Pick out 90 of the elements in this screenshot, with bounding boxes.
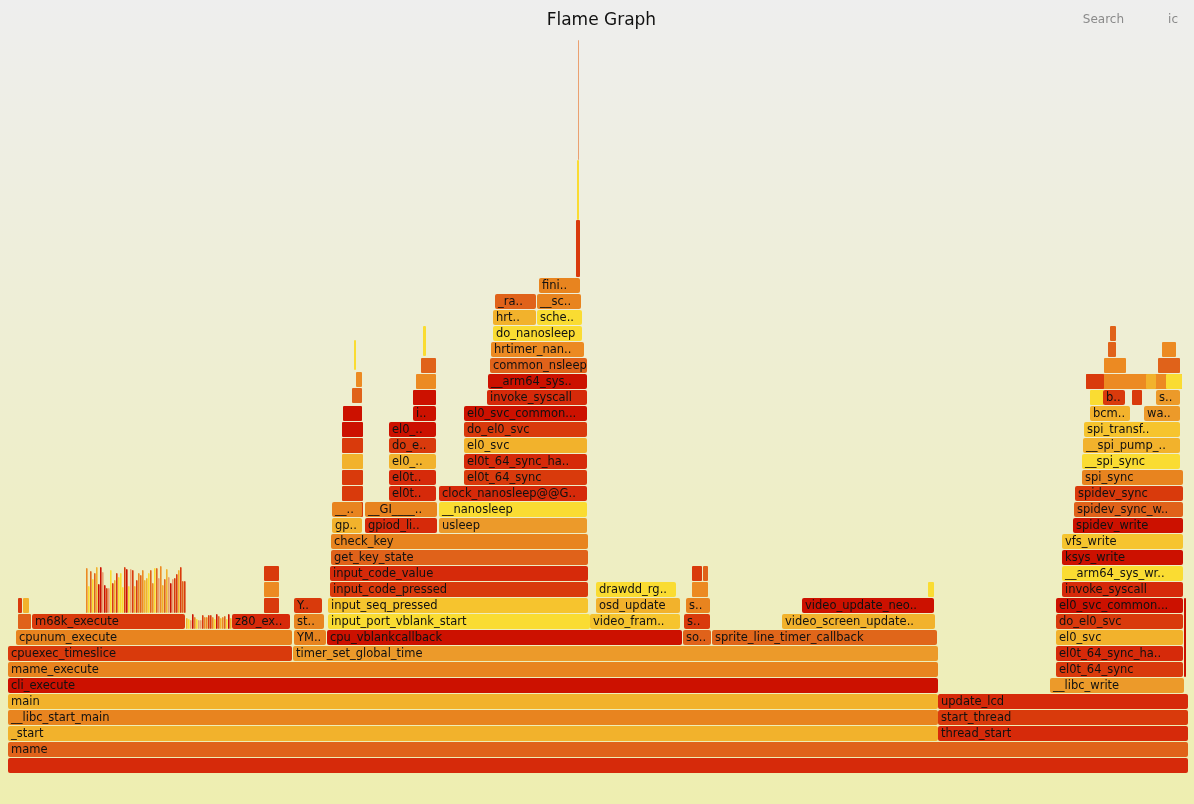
flame-frame[interactable]: video_screen_update.. <box>782 614 935 629</box>
flame-frame[interactable]: invoke_syscall <box>487 390 587 405</box>
flame-frame[interactable]: b.. <box>1103 390 1125 405</box>
flame-frame[interactable]: thread_start <box>938 726 1188 741</box>
graph-title: Flame Graph <box>545 9 658 29</box>
flame-frame[interactable]: hrtimer_nan.. <box>491 342 584 357</box>
flame-frame[interactable]: cpunum_execute <box>16 630 292 645</box>
flame-frame[interactable]: drawdd_rg.. <box>596 582 676 597</box>
flame-frame[interactable]: video_update_neo.. <box>802 598 934 613</box>
flame-frame[interactable]: __arm64_sys.. <box>488 374 587 389</box>
ignore-case-toggle[interactable]: ic <box>1168 12 1178 26</box>
flame-frame[interactable]: main <box>8 694 938 709</box>
flame-frame[interactable]: wa.. <box>1144 406 1180 421</box>
flame-frame[interactable]: spidev_sync_w.. <box>1074 502 1183 517</box>
flame-frame[interactable]: YM.. <box>294 630 326 645</box>
flame-frame[interactable]: do_nanosleep <box>493 326 582 341</box>
flame-frame[interactable]: el0t.. <box>389 486 436 501</box>
flame-frame[interactable]: check_key <box>331 534 588 549</box>
flame-frame[interactable]: update_lcd <box>938 694 1188 709</box>
flame-frame[interactable]: sprite_line_timer_callback <box>712 630 937 645</box>
flame-frame[interactable]: mame <box>8 742 1188 757</box>
flame-frame[interactable]: do_el0_svc <box>464 422 587 437</box>
flame-frame[interactable]: __spi_pump_.. <box>1083 438 1180 453</box>
flame-frame[interactable]: __.. <box>332 502 362 517</box>
flame-frame[interactable]: hrt.. <box>493 310 536 325</box>
flame-frame[interactable]: mame_execute <box>8 662 938 677</box>
flame-frame[interactable]: el0_.. <box>389 422 436 437</box>
flame-frame[interactable]: cli_execute <box>8 678 938 693</box>
flame-frame[interactable]: do_el0_svc <box>1056 614 1183 629</box>
stack-drawing <box>264 566 280 613</box>
flame-frame[interactable]: so.. <box>683 630 711 645</box>
flame-frame[interactable]: clock_nanosleep@@G.. <box>439 486 587 501</box>
flame-frame[interactable] <box>8 758 1188 773</box>
flame-frame[interactable]: usleep <box>439 518 587 533</box>
flame-frame[interactable]: __libc_start_main <box>8 710 938 725</box>
flame-frame[interactable]: do_e.. <box>389 438 436 453</box>
stack-drawing <box>692 566 710 597</box>
flame-frame[interactable]: input_code_pressed <box>330 582 588 597</box>
flame-frame[interactable]: spidev_sync <box>1075 486 1183 501</box>
flame-frame[interactable]: __sc.. <box>537 294 581 309</box>
flame-frame[interactable]: vfs_write <box>1062 534 1183 549</box>
stack-drawing <box>18 598 31 629</box>
flame-frame[interactable]: spidev_write <box>1073 518 1183 533</box>
flame-frame[interactable]: start_thread <box>938 710 1188 725</box>
flame-frame[interactable]: get_key_state <box>331 550 588 565</box>
flame-frame[interactable]: input_code_value <box>330 566 588 581</box>
flame-frame[interactable]: el0t_64_sync_ha.. <box>464 454 587 469</box>
flame-frame[interactable]: cpuexec_timeslice <box>8 646 292 661</box>
flame-frame[interactable]: Y.. <box>294 598 322 613</box>
flame-frame[interactable]: bcm.. <box>1090 406 1130 421</box>
flame-frame[interactable]: z80_ex.. <box>232 614 290 629</box>
flame-frame[interactable]: input_seq_pressed <box>328 598 588 613</box>
flame-frame[interactable]: sche.. <box>537 310 582 325</box>
flame-frame[interactable]: common_nsleep <box>490 358 587 373</box>
flame-frame[interactable]: el0t_64_sync <box>464 470 587 485</box>
flame-frame[interactable]: spi_sync <box>1082 470 1183 485</box>
flame-frame[interactable]: s.. <box>684 614 710 629</box>
flame-frame[interactable]: gpiod_li.. <box>365 518 437 533</box>
flame-frame[interactable]: input_port_vblank_start <box>328 614 590 629</box>
flame-frame[interactable]: el0_.. <box>389 454 436 469</box>
flame-frame[interactable]: el0_svc_common... <box>464 406 587 421</box>
flame-frame[interactable]: __nanosleep <box>439 502 587 517</box>
flame-frame[interactable]: fini.. <box>539 278 580 293</box>
flame-frame[interactable]: __GI____.. <box>365 502 437 517</box>
flame-frame[interactable]: m68k_execute <box>32 614 185 629</box>
flame-frame[interactable]: s.. <box>1156 390 1180 405</box>
flame-frame[interactable]: spi_transf.. <box>1084 422 1180 437</box>
flame-frame[interactable]: el0_svc <box>1056 630 1183 645</box>
flame-frame[interactable]: _start <box>8 726 938 741</box>
flame-frame[interactable]: __libc_write <box>1050 678 1184 693</box>
flame-frame[interactable]: s.. <box>686 598 710 613</box>
flame-frame[interactable]: el0_svc <box>464 438 587 453</box>
flame-frame[interactable]: timer_set_global_time <box>293 646 938 661</box>
flame-frame[interactable]: el0t_64_sync <box>1056 662 1183 677</box>
flame-frame[interactable]: osd_update <box>596 598 680 613</box>
flame-frame[interactable]: video_fram.. <box>590 614 680 629</box>
flame-frame[interactable]: gp.. <box>332 518 362 533</box>
flame-frame[interactable]: st.. <box>294 614 324 629</box>
flame-frame[interactable]: el0t_64_sync_ha.. <box>1056 646 1183 661</box>
flame-frame[interactable]: ksys_write <box>1062 550 1183 565</box>
flame-frame[interactable]: i.. <box>413 406 436 421</box>
flame-frame[interactable]: invoke_syscall <box>1062 582 1183 597</box>
flame-frame[interactable]: __spi_sync <box>1082 454 1180 469</box>
flame-frame[interactable]: cpu_vblankcallback <box>327 630 682 645</box>
stack-drawing <box>928 582 936 597</box>
search-link[interactable]: Search <box>1082 12 1125 26</box>
flame-frame[interactable]: el0t.. <box>389 470 436 485</box>
flame-frame[interactable]: __arm64_sys_wr.. <box>1062 566 1183 581</box>
flame-frame[interactable]: _ra.. <box>495 294 536 309</box>
flame-frame[interactable]: el0_svc_common... <box>1056 598 1183 613</box>
